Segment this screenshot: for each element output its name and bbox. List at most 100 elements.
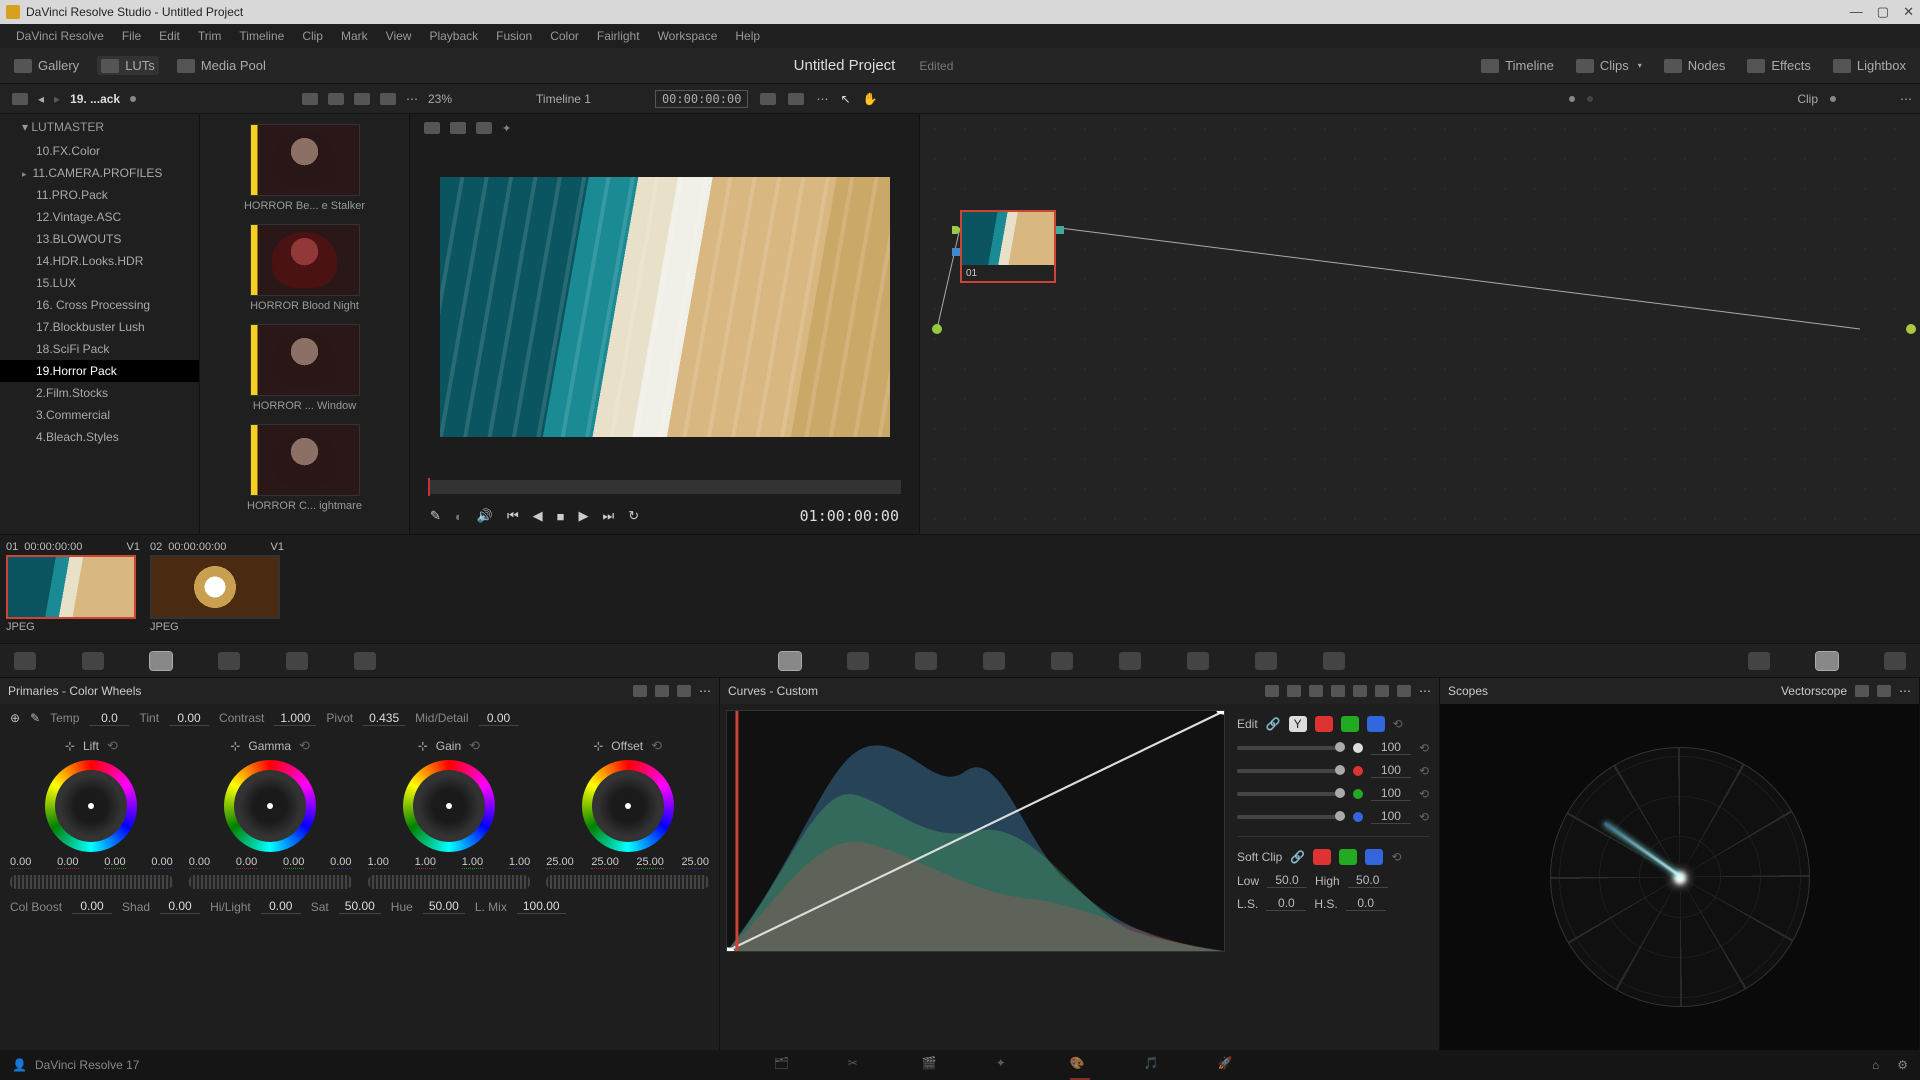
lut-folder-item[interactable]: 18.SciFi Pack xyxy=(0,338,199,360)
contrast-value[interactable]: 1.000 xyxy=(274,711,316,726)
image-wipe-icon[interactable] xyxy=(424,122,440,134)
key-icon[interactable] xyxy=(1255,652,1277,670)
wheel-g-value[interactable]: 0.00 xyxy=(283,856,304,869)
lut-folder-item[interactable]: 4.Bleach.Styles xyxy=(0,426,199,448)
node-01-rgb-out[interactable] xyxy=(1056,226,1064,234)
page-media[interactable]: 🗂 xyxy=(774,1056,794,1074)
curves-mode5-icon[interactable] xyxy=(1353,685,1367,697)
color-wheel[interactable] xyxy=(582,760,674,852)
wheel-r-value[interactable]: 0.00 xyxy=(57,856,78,869)
node-01-key-in[interactable] xyxy=(952,248,960,256)
timeline-selector[interactable]: Timeline 1 xyxy=(536,92,591,106)
curves-icon[interactable] xyxy=(779,652,801,670)
middetail-value[interactable]: 0.00 xyxy=(479,711,519,726)
timeline-toggle[interactable]: Timeline xyxy=(1477,56,1558,75)
lut-thumbnail[interactable]: HORROR Blood Night xyxy=(208,224,401,312)
lut-folder-item[interactable]: 16. Cross Processing xyxy=(0,294,199,316)
curve-intensity-slider[interactable] xyxy=(1237,769,1345,773)
channel-r-button[interactable] xyxy=(1315,716,1333,732)
curves-mode3-icon[interactable] xyxy=(1309,685,1323,697)
curve-channel-reset[interactable]: ⟲ xyxy=(1419,764,1429,778)
color-wheel[interactable] xyxy=(403,760,495,852)
list-view-icon[interactable] xyxy=(354,93,370,105)
hand-tool[interactable]: ✋ xyxy=(863,92,878,106)
lut-thumbnail[interactable]: HORROR Be... e Stalker xyxy=(208,124,401,212)
wheel-jog[interactable] xyxy=(10,875,173,889)
page-edit[interactable]: 🎬 xyxy=(922,1056,942,1074)
curve-intensity-value[interactable]: 100 xyxy=(1371,786,1411,801)
node-more-icon[interactable]: ⋯ xyxy=(1900,92,1912,106)
lut-folder-item[interactable]: 11.PRO.Pack xyxy=(0,184,199,206)
lmix-value[interactable]: 100.00 xyxy=(517,899,566,914)
lut-folder-item[interactable]: 17.Blockbuster Lush xyxy=(0,316,199,338)
wheel-y-value[interactable]: 1.00 xyxy=(368,856,389,869)
curve-intensity-slider[interactable] xyxy=(1237,792,1345,796)
color-warper-icon[interactable] xyxy=(847,652,869,670)
viewer-scrubber[interactable] xyxy=(428,480,901,494)
primaries-mode1-icon[interactable] xyxy=(633,685,647,697)
curve-channel-reset[interactable]: ⟲ xyxy=(1419,787,1429,801)
close-button[interactable]: ✕ xyxy=(1903,4,1914,20)
clip-thumbnail[interactable]: 0100:00:00:00V1JPEG xyxy=(6,539,140,639)
maximize-button[interactable]: ▢ xyxy=(1877,4,1889,20)
clip-mode-selector[interactable]: Clip xyxy=(1797,92,1818,106)
camera-raw-icon[interactable] xyxy=(14,652,36,670)
channel-y-button[interactable]: Y xyxy=(1289,716,1307,732)
curve-channel-reset[interactable]: ⟲ xyxy=(1419,741,1429,755)
page-deliver[interactable]: 🚀 xyxy=(1218,1056,1238,1074)
curve-intensity-value[interactable]: 100 xyxy=(1371,740,1411,755)
blur-icon[interactable] xyxy=(1187,652,1209,670)
wheel-y-value[interactable]: 0.00 xyxy=(10,856,31,869)
wheel-b-value[interactable]: 1.00 xyxy=(509,856,530,869)
curves-expand-icon[interactable] xyxy=(1397,685,1411,697)
nav-fwd[interactable]: ▸ xyxy=(54,92,60,106)
pick-white-icon[interactable]: ✎ xyxy=(30,711,40,725)
wheel-b-value[interactable]: 25.00 xyxy=(681,856,709,869)
wheel-reset-icon[interactable]: ⟲ xyxy=(107,738,118,754)
wheel-y-value[interactable]: 25.00 xyxy=(546,856,574,869)
menu-trim[interactable]: Trim xyxy=(190,27,230,45)
wheel-picker-icon[interactable]: ⊹ xyxy=(230,739,240,753)
scopes-settings-icon[interactable] xyxy=(1855,685,1869,697)
primaries-wheels-icon[interactable] xyxy=(150,652,172,670)
menu-timeline[interactable]: Timeline xyxy=(231,27,292,45)
wheel-reset-icon[interactable]: ⟲ xyxy=(651,738,662,754)
nav-back[interactable]: ◂ xyxy=(38,92,44,106)
viewer-image[interactable] xyxy=(418,142,911,472)
lightbox-toggle[interactable]: Lightbox xyxy=(1829,56,1910,75)
wheel-g-value[interactable]: 25.00 xyxy=(636,856,664,869)
color-picker-icon[interactable]: ✎ xyxy=(430,508,441,524)
sort-icon[interactable] xyxy=(302,93,318,105)
home-user-icon[interactable]: 👤 xyxy=(12,1058,27,1072)
color-wheel[interactable] xyxy=(45,760,137,852)
wheel-r-value[interactable]: 0.00 xyxy=(236,856,257,869)
wheel-r-value[interactable]: 25.00 xyxy=(591,856,619,869)
prev-clip-button[interactable]: ⏮ xyxy=(507,508,519,524)
menu-color[interactable]: Color xyxy=(542,27,587,45)
primaries-mode3-icon[interactable] xyxy=(677,685,691,697)
viewer-zoom[interactable]: 23% xyxy=(428,92,452,106)
hilight-value[interactable]: 0.00 xyxy=(261,899,301,914)
info-icon[interactable] xyxy=(1884,652,1906,670)
softclip-reset-icon[interactable]: ⟲ xyxy=(1391,850,1401,864)
menu-edit[interactable]: Edit xyxy=(151,27,188,45)
scopes-expand-icon[interactable] xyxy=(1877,685,1891,697)
more-icon[interactable]: ⋯ xyxy=(406,92,418,106)
wheel-y-value[interactable]: 0.00 xyxy=(189,856,210,869)
wheel-g-value[interactable]: 0.00 xyxy=(104,856,125,869)
softclip-hs-value[interactable]: 0.0 xyxy=(1346,896,1386,911)
play-button[interactable]: ▶ xyxy=(579,508,589,524)
curves-mode4-icon[interactable] xyxy=(1331,685,1345,697)
scopes-mode-selector[interactable]: Vectorscope xyxy=(1781,684,1847,698)
curves-mode6-icon[interactable] xyxy=(1375,685,1389,697)
menu-fusion[interactable]: Fusion xyxy=(488,27,540,45)
luts-toggle[interactable]: LUTs xyxy=(97,56,159,75)
lut-thumbnail[interactable]: HORROR C... ightmare xyxy=(208,424,401,512)
loop-button[interactable]: ↻ xyxy=(628,508,639,524)
lut-folder-item[interactable]: 14.HDR.Looks.HDR xyxy=(0,250,199,272)
menu-davinci[interactable]: DaVinci Resolve xyxy=(8,27,112,45)
curves-more-icon[interactable]: ⋯ xyxy=(1419,684,1431,698)
sizing-icon[interactable] xyxy=(1323,652,1345,670)
lut-root[interactable]: ▾ LUTMASTER xyxy=(0,114,199,138)
lut-folder-item[interactable]: 2.Film.Stocks xyxy=(0,382,199,404)
